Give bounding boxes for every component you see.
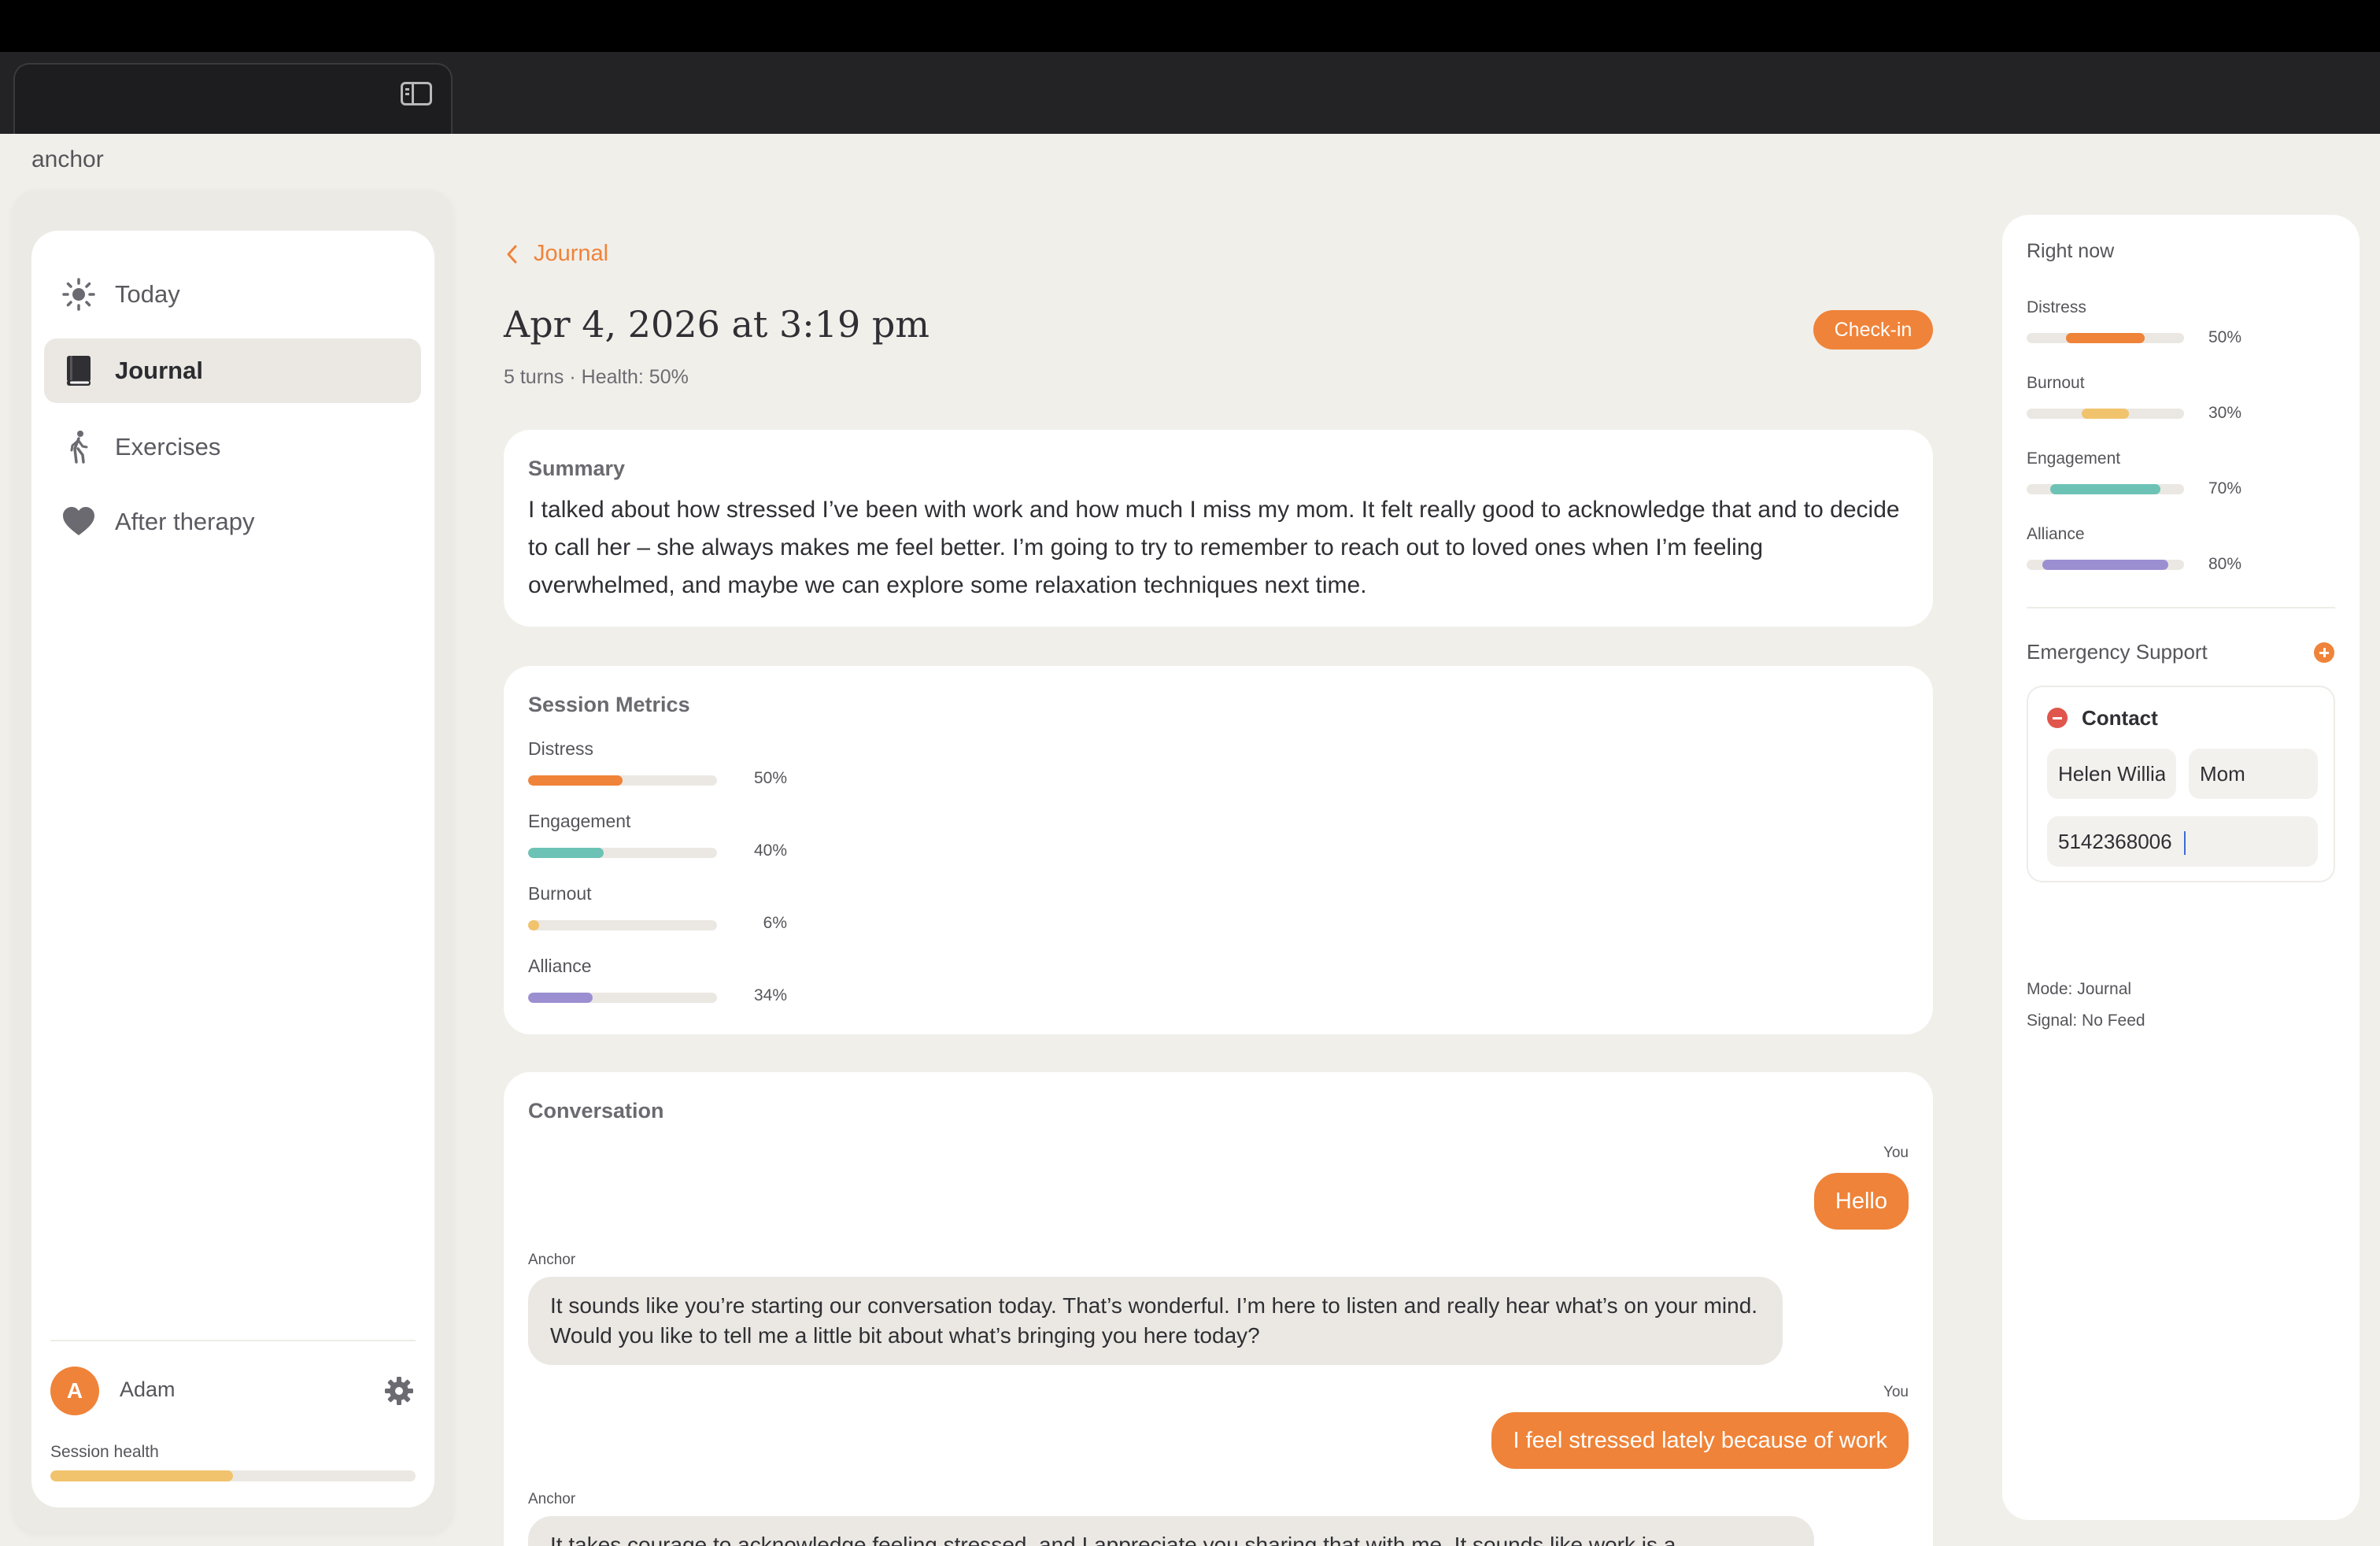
- sidebar-divider: [50, 1340, 416, 1341]
- metric-label: Burnout: [528, 883, 592, 904]
- metric-value: 34%: [753, 986, 787, 1004]
- rp-metric-label: Alliance: [2027, 525, 2085, 543]
- screen-top-bar: [0, 0, 2380, 52]
- rp-metric-fill: [2082, 409, 2129, 419]
- summary-title: Summary: [528, 457, 626, 480]
- mode-label: Mode: Journal: [2027, 980, 2132, 998]
- rp-metric-bar: [2027, 560, 2184, 570]
- metric-label: Distress: [528, 738, 594, 759]
- message-sender: Anchor: [528, 1491, 576, 1507]
- session-metrics-title: Session Metrics: [528, 693, 690, 716]
- metric-fill: [528, 920, 540, 930]
- conversation-title: Conversation: [528, 1099, 664, 1123]
- rp-metric-value: 80%: [2208, 555, 2242, 573]
- message-sender: Anchor: [528, 1252, 576, 1268]
- rp-metric-fill: [2042, 560, 2168, 570]
- back-link-label: Journal: [534, 241, 609, 266]
- walking-person-icon: [61, 430, 96, 464]
- book-icon: [61, 353, 96, 388]
- sidebar-item-label: After therapy: [115, 508, 255, 535]
- contact-phone-input[interactable]: [2047, 816, 2318, 867]
- right-now-panel: Right now Distress 50% Burnout 30% Engag…: [2002, 215, 2360, 1520]
- chevron-left-icon: [507, 245, 517, 263]
- metric-value: 6%: [763, 914, 787, 932]
- summary-card: Summary I talked about how stressed I’ve…: [504, 430, 1933, 627]
- remove-contact-icon[interactable]: [2047, 708, 2068, 728]
- rp-metric-fill: [2050, 484, 2160, 494]
- back-link[interactable]: Journal: [504, 241, 608, 267]
- metric-fill: [528, 775, 623, 786]
- rp-metric-bar: [2027, 484, 2184, 494]
- conversation-card: Conversation You Hello Anchor It sounds …: [504, 1072, 1933, 1546]
- summary-text: I talked about how stressed I’ve been wi…: [528, 497, 1900, 598]
- rp-metric-label: Engagement: [2027, 449, 2121, 468]
- right-now-title: Right now: [2027, 240, 2115, 262]
- rp-metric-fill: [2066, 333, 2145, 343]
- user-message-bubble: Hello: [1813, 1173, 1909, 1230]
- assistant-message-bubble: It takes courage to acknowledge feeling …: [528, 1516, 1814, 1546]
- sidebar-item-label: Today: [115, 280, 180, 308]
- metric-fill: [528, 993, 593, 1003]
- rp-metric-label: Burnout: [2027, 374, 2085, 392]
- page-subtitle: 5 turns · Health: 50%: [504, 366, 689, 388]
- metric-value: 50%: [753, 769, 787, 787]
- signal-label: Signal: No Feed: [2027, 1012, 2145, 1030]
- avatar[interactable]: A: [50, 1367, 99, 1415]
- sidebar-item-journal[interactable]: Journal: [44, 338, 421, 403]
- message-sender: You: [1883, 1384, 1909, 1400]
- metric-bar: [528, 775, 717, 786]
- window-tab: [13, 63, 453, 134]
- metric-fill: [528, 848, 604, 858]
- rp-metric-value: 50%: [2208, 328, 2242, 346]
- contact-title: Contact: [2082, 706, 2158, 730]
- metric-bar: [528, 848, 717, 858]
- message-sender: You: [1883, 1145, 1909, 1161]
- page-title: Apr 4, 2026 at 3:19 pm: [504, 303, 929, 346]
- sidebar-item-label: Journal: [115, 357, 203, 384]
- user-message-bubble: I feel stressed lately because of work: [1491, 1412, 1909, 1469]
- session-health-bar: [50, 1470, 416, 1481]
- metric-label: Engagement: [528, 811, 631, 831]
- metric-label: Alliance: [528, 956, 592, 976]
- app-name: anchor: [31, 146, 104, 172]
- metric-bar: [528, 993, 717, 1003]
- rp-metric-bar: [2027, 333, 2184, 343]
- emergency-support-title: Emergency Support: [2027, 640, 2208, 664]
- rp-metric-label: Distress: [2027, 298, 2086, 316]
- user-name: Adam: [120, 1378, 176, 1401]
- check-in-badge: Check-in: [1813, 310, 1933, 350]
- text-cursor: [2184, 831, 2186, 855]
- emergency-contact-card: Contact: [2027, 686, 2335, 882]
- rp-metric-bar: [2027, 409, 2184, 419]
- rp-metric-value: 30%: [2208, 404, 2242, 422]
- metric-bar: [528, 920, 717, 930]
- rp-metric-value: 70%: [2208, 479, 2242, 497]
- sidebar-item-exercises[interactable]: Exercises: [44, 415, 421, 479]
- sidebar-item-today[interactable]: Today: [44, 262, 421, 327]
- contact-relation-input[interactable]: [2189, 749, 2318, 799]
- sidebar-toggle-icon[interactable]: [401, 82, 432, 105]
- sidebar-item-after-therapy[interactable]: After therapy: [44, 490, 421, 554]
- rp-divider: [2027, 607, 2335, 608]
- sun-icon: [61, 277, 96, 312]
- session-health-label: Session health: [50, 1443, 159, 1461]
- contact-name-input[interactable]: [2047, 749, 2176, 799]
- metric-value: 40%: [753, 841, 787, 860]
- add-contact-icon[interactable]: [2314, 642, 2334, 663]
- gear-icon[interactable]: [384, 1376, 414, 1406]
- sidebar-item-label: Exercises: [115, 433, 221, 460]
- assistant-message-bubble: It sounds like you’re starting our conve…: [528, 1277, 1783, 1365]
- session-metrics-card: Session Metrics Distress 50% Engagement …: [504, 666, 1933, 1034]
- heart-icon: [61, 505, 96, 539]
- session-health-fill: [50, 1470, 233, 1481]
